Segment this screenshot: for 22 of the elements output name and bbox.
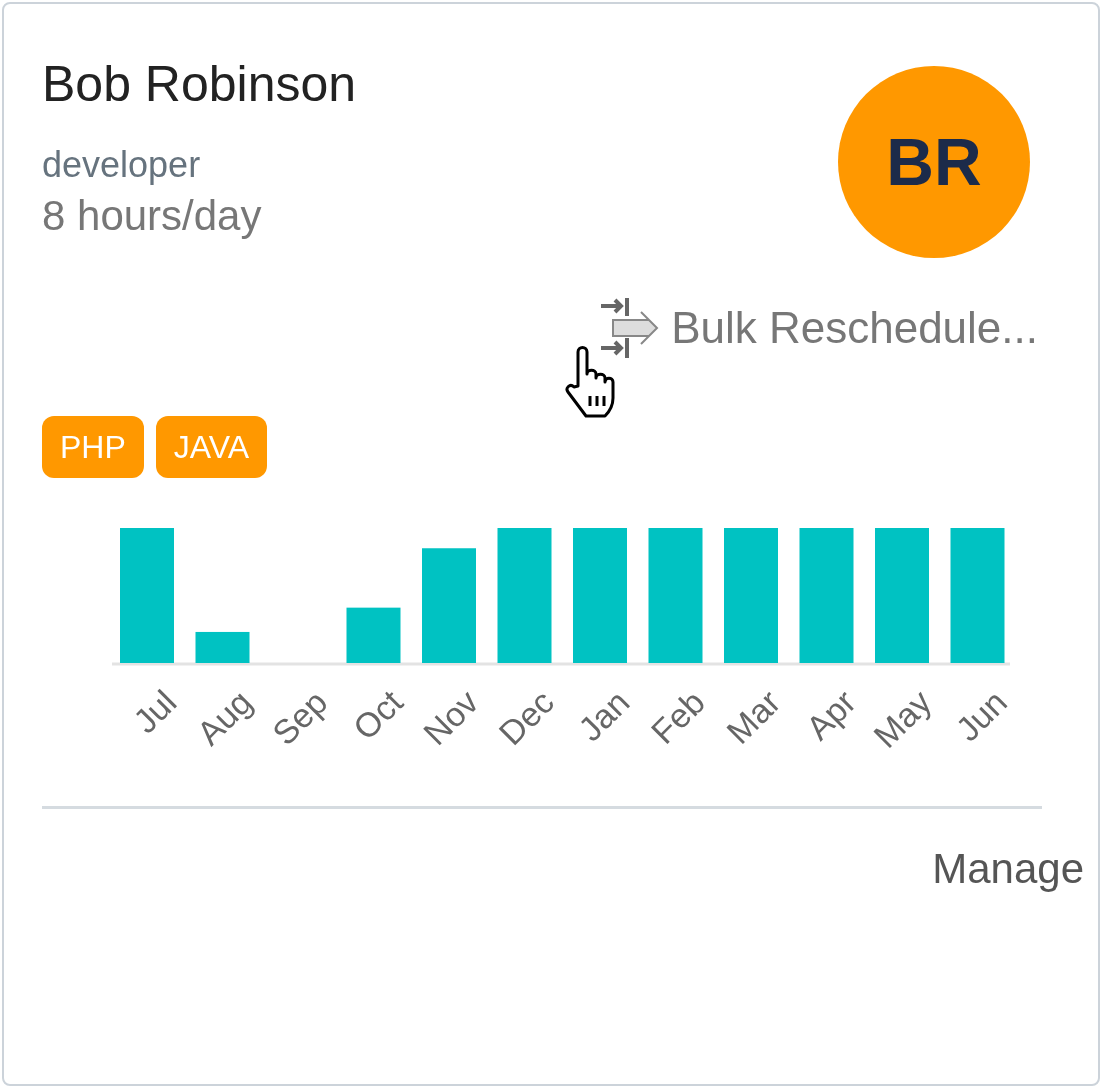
capacity-text: 8 hours/day: [42, 192, 263, 240]
person-role: developer: [42, 144, 202, 186]
month-label: Apr: [798, 683, 863, 748]
person-name: Bob Robinson: [42, 55, 357, 114]
month-label: Sep: [264, 683, 335, 753]
chart-bar: [195, 632, 250, 664]
skill-tag: JAVA: [155, 416, 268, 479]
month-label: May: [866, 683, 939, 756]
bulk-reschedule-link[interactable]: Bulk Reschedule...: [599, 298, 1038, 358]
avatar: BR: [838, 66, 1030, 258]
chart-bar: [346, 608, 401, 664]
month-label: Jan: [570, 683, 637, 749]
month-label: Aug: [189, 683, 259, 753]
month-label: Nov: [415, 683, 486, 753]
manage-link[interactable]: Manage: [932, 845, 1084, 894]
month-label: Jun: [948, 683, 1014, 749]
month-label: Dec: [491, 683, 561, 753]
month-label: Jul: [125, 683, 184, 741]
month-label: Feb: [643, 683, 712, 752]
month-label: Mar: [719, 683, 788, 752]
month-label: Oct: [345, 683, 410, 748]
skill-tag: PHP: [42, 416, 144, 479]
